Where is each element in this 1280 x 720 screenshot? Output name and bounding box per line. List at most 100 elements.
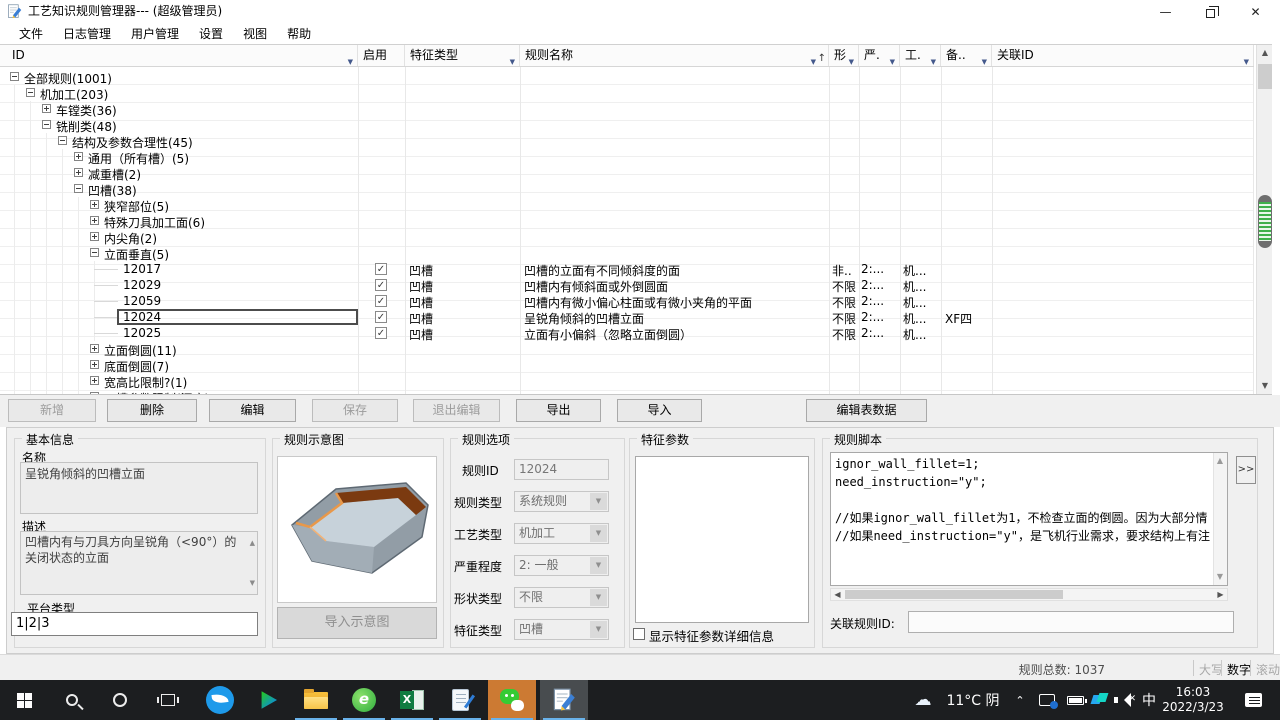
start-button[interactable] — [0, 680, 48, 720]
task-view-button[interactable] — [144, 680, 192, 720]
desc-scroll-up-icon[interactable]: ▲ — [250, 535, 255, 551]
enabled-checkbox[interactable]: ✓ — [375, 295, 387, 307]
collapse-icon[interactable] — [42, 120, 51, 129]
related-rule-input[interactable] — [908, 611, 1234, 633]
expand-script-button[interactable]: >> — [1236, 456, 1256, 484]
vscroll-thumb[interactable] — [1258, 64, 1272, 89]
desc-field[interactable]: 凹槽内有与刀具方向呈锐角（<90°）的关闭状态的立面 ▲ ▼ — [20, 531, 258, 595]
option-select-4[interactable]: 不限▼ — [514, 587, 609, 608]
close-button[interactable]: ✕ — [1233, 0, 1278, 24]
expand-icon[interactable] — [74, 168, 83, 177]
filter-icon[interactable]: ▼ — [982, 52, 987, 66]
clock[interactable]: 16:032022/3/23 — [1160, 680, 1226, 720]
script-scroll-right-icon[interactable]: ▶ — [1214, 589, 1227, 600]
search-button[interactable] — [48, 680, 96, 720]
filter-icon[interactable]: ▼ — [849, 52, 854, 66]
table-row[interactable]: 12017✓凹槽凹槽的立面有不同倾斜度的面非..2:...机... — [0, 261, 1254, 277]
notification-center-icon[interactable] — [1238, 680, 1268, 720]
scroll-down-icon[interactable]: ▼ — [1257, 378, 1273, 394]
filter-icon[interactable]: ▼ — [931, 52, 936, 66]
scroll-up-icon[interactable]: ▲ — [1257, 45, 1273, 61]
collapse-icon[interactable] — [10, 72, 19, 81]
filter-icon[interactable]: ▼ — [811, 52, 816, 66]
toolbar-button-5[interactable]: 导出 — [516, 399, 601, 422]
option-select-2[interactable]: 机加工▼ — [514, 523, 609, 544]
tree-node-row[interactable]: 全部规则(1001) — [0, 69, 1254, 85]
column-header-3[interactable]: 规则名称▼↑ — [520, 45, 829, 66]
filter-icon[interactable]: ▼ — [890, 52, 895, 66]
script-scroll-up-icon[interactable]: ▲ — [1213, 453, 1227, 469]
rule-id-input[interactable]: 12024 — [514, 459, 609, 480]
tree-node-row[interactable]: 立面垂直(5) — [0, 245, 1254, 261]
expand-icon[interactable] — [90, 200, 99, 209]
expand-icon[interactable] — [90, 344, 99, 353]
taskbar-item-wechat[interactable] — [488, 680, 536, 720]
expand-icon[interactable] — [90, 232, 99, 241]
weather-text[interactable]: 11°C 阴 — [940, 680, 1006, 720]
green-scroll-indicator[interactable] — [1258, 195, 1272, 248]
menu-item-3[interactable]: 设置 — [189, 23, 233, 44]
taskbar-item-rule-manager[interactable] — [540, 680, 588, 720]
toolbar-button-6[interactable]: 导入 — [617, 399, 702, 422]
platform-input[interactable]: 1|2|3 — [11, 612, 258, 636]
column-header-6[interactable]: 工.▼ — [900, 45, 941, 66]
expand-icon[interactable] — [90, 360, 99, 369]
volume-muted-icon[interactable]: ✕ — [1112, 680, 1138, 720]
script-editor[interactable]: ignor_wall_fillet=1; need_instruction="y… — [830, 452, 1228, 586]
enabled-checkbox[interactable]: ✓ — [375, 327, 387, 339]
option-select-3[interactable]: 2: 一般▼ — [514, 555, 609, 576]
script-vscrollbar[interactable]: ▲ ▼ — [1213, 453, 1227, 585]
tree-node-row[interactable]: 减重槽(2) — [0, 165, 1254, 181]
tree-node-row[interactable]: 底面倒圆(7) — [0, 357, 1254, 373]
expand-icon[interactable] — [90, 376, 99, 385]
option-select-5[interactable]: 凹槽▼ — [514, 619, 609, 640]
column-header-1[interactable]: 启用 — [358, 45, 405, 66]
tree-node-row[interactable]: 立面倒圆(11) — [0, 341, 1254, 357]
taskbar-item-excel[interactable]: X — [388, 680, 436, 720]
tree-node-row[interactable]: 宽高比限制?(1) — [0, 373, 1254, 389]
hscroll-thumb[interactable] — [845, 590, 1063, 599]
name-field[interactable]: 呈锐角倾斜的凹槽立面 — [20, 462, 258, 514]
column-header-2[interactable]: 特征类型▼ — [405, 45, 520, 66]
filter-icon[interactable]: ▼ — [510, 52, 515, 66]
expand-icon[interactable] — [90, 392, 99, 394]
filter-icon[interactable]: ▼ — [348, 52, 353, 66]
taskbar-item-notepad[interactable] — [436, 680, 484, 720]
tray-expand-chevron[interactable]: ⌃ — [1008, 680, 1032, 720]
tree-node-row[interactable]: 车镗类(36) — [0, 101, 1254, 117]
taskbar-item-green-browser[interactable]: e — [340, 680, 388, 720]
expand-icon[interactable] — [42, 104, 51, 113]
script-hscrollbar[interactable]: ◀ ▶ — [830, 588, 1228, 601]
menu-item-5[interactable]: 帮助 — [277, 23, 321, 44]
toolbar-button-3[interactable]: 保存 — [312, 399, 398, 422]
menu-item-1[interactable]: 日志管理 — [53, 23, 121, 44]
taskbar-item-file-explorer[interactable] — [292, 680, 340, 720]
cortana-button[interactable] — [96, 680, 144, 720]
tree-node-row[interactable]: 狭窄部位(5) — [0, 197, 1254, 213]
column-header-8[interactable]: 关联ID▼ — [992, 45, 1254, 66]
menu-item-2[interactable]: 用户管理 — [121, 23, 189, 44]
collapse-icon[interactable] — [26, 88, 35, 97]
enabled-checkbox[interactable]: ✓ — [375, 279, 387, 291]
display-sync-icon[interactable] — [1034, 680, 1060, 720]
table-row[interactable]: 12024✓凹槽呈锐角倾斜的凹槽立面不限2:...机...XF四 — [0, 309, 1254, 325]
toolbar-button-4[interactable]: 退出编辑 — [413, 399, 500, 422]
toolbar-button-0[interactable]: 新增 — [8, 399, 96, 422]
desc-scroll-down-icon[interactable]: ▼ — [250, 575, 255, 591]
feature-params-list[interactable] — [635, 456, 809, 623]
tree-node-row[interactable]: 特殊刀具加工面(6) — [0, 213, 1254, 229]
table-row[interactable]: 12029✓凹槽凹槽内有倾斜面或外倒圆面不限2:...机... — [0, 277, 1254, 293]
toolbar-button-7[interactable]: 编辑表数据 — [806, 399, 927, 422]
table-row[interactable]: 12059✓凹槽凹槽内有微小偏心柱面或有微小夹角的平面不限2:...机... — [0, 293, 1254, 309]
tree-node-row[interactable]: 机加工(203) — [0, 85, 1254, 101]
restore-button[interactable] — [1188, 0, 1233, 24]
column-header-4[interactable]: 形▼ — [829, 45, 859, 66]
menu-item-0[interactable]: 文件 — [9, 23, 53, 44]
option-select-1[interactable]: 系统规则▼ — [514, 491, 609, 512]
tree-node-row[interactable]: 铣削类(48) — [0, 117, 1254, 133]
toolbar-button-2[interactable]: 编辑 — [209, 399, 296, 422]
toolbar-button-1[interactable]: 删除 — [107, 399, 197, 422]
enabled-checkbox[interactable]: ✓ — [375, 263, 387, 275]
collapse-icon[interactable] — [74, 184, 83, 193]
tree-node-row[interactable]: 凹槽(38) — [0, 181, 1254, 197]
